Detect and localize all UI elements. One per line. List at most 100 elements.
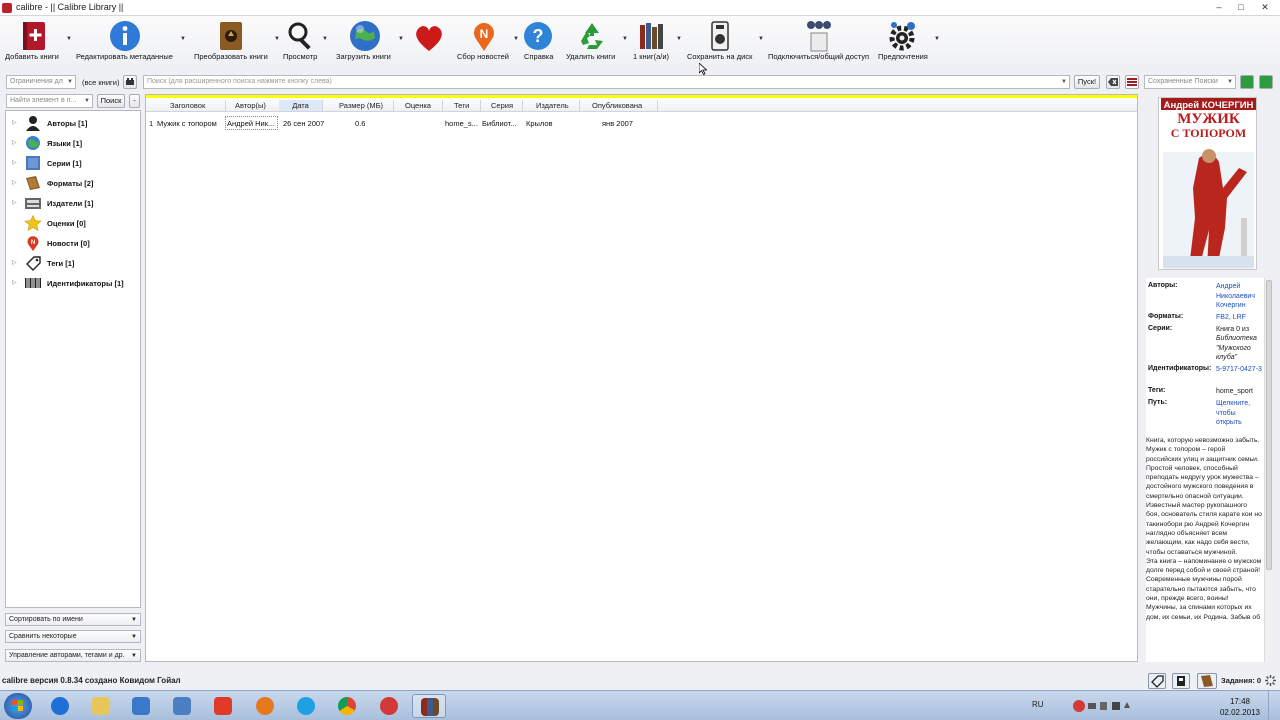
- book-tags-cell[interactable]: home_s...: [445, 119, 479, 128]
- add-books-button[interactable]: Добавить книги ▼: [0, 16, 72, 66]
- formats-value[interactable]: FB2, LRF: [1216, 313, 1262, 323]
- remove-books-button[interactable]: Удалить книги ▼: [563, 16, 629, 66]
- dropdown-arrow-icon[interactable]: ▼: [66, 36, 72, 42]
- taskbar-explorer[interactable]: [84, 694, 118, 718]
- sort-by-combo[interactable]: Сортировать по имени ▼: [5, 613, 141, 626]
- edit-metadata-button[interactable]: Редактировать метаданные ▼: [73, 16, 186, 66]
- tag-category-news[interactable]: N Новости [0]: [6, 233, 140, 253]
- taskbar-calibre[interactable]: [412, 694, 446, 718]
- maximize-button[interactable]: □: [1230, 0, 1252, 14]
- dropdown-arrow-icon[interactable]: ▼: [758, 36, 764, 42]
- dropdown-arrow-icon[interactable]: ▼: [934, 36, 940, 42]
- column-separator[interactable]: [522, 100, 523, 111]
- column-header-rating[interactable]: Оценка: [405, 101, 431, 110]
- language-indicator[interactable]: RU: [1032, 700, 1044, 709]
- system-tray[interactable]: [1072, 699, 1132, 713]
- jobs-counter[interactable]: Задания: 0: [1221, 676, 1261, 685]
- taskbar-mail[interactable]: [165, 694, 199, 718]
- dropdown-arrow-icon[interactable]: ▼: [622, 36, 628, 42]
- connect-share-button[interactable]: Подключиться/общий доступ: [766, 16, 874, 66]
- expand-arrow-icon[interactable]: ▷: [12, 139, 17, 146]
- advanced-search-button[interactable]: [123, 75, 137, 89]
- layout-toggle-book-details[interactable]: [1197, 673, 1217, 689]
- book-title-cell[interactable]: Мужик с топором: [157, 119, 223, 128]
- taskbar-yandex[interactable]: [206, 694, 240, 718]
- column-header-size[interactable]: Размер (МБ): [339, 101, 383, 110]
- column-separator[interactable]: [480, 100, 481, 111]
- search-input[interactable]: Поиск (для расширенного поиска нажмите к…: [143, 75, 1070, 89]
- column-separator[interactable]: [322, 100, 323, 111]
- manage-combo[interactable]: Управление авторами, тегами и др. ▼: [5, 649, 141, 662]
- view-button[interactable]: Просмотр ▼: [282, 16, 328, 66]
- scrollbar-thumb[interactable]: [1266, 280, 1272, 570]
- dropdown-arrow-icon[interactable]: ▼: [180, 36, 186, 42]
- column-separator[interactable]: [442, 100, 443, 111]
- convert-books-button[interactable]: Преобразовать книги ▼: [190, 16, 280, 66]
- expand-arrow-icon[interactable]: ▷: [12, 199, 17, 206]
- layout-toggle-tagbrowser[interactable]: [1148, 673, 1166, 689]
- help-button[interactable]: ? Справка: [521, 16, 557, 66]
- match-combo[interactable]: Сравнить некоторые ▼: [5, 630, 141, 643]
- taskbar-firefox[interactable]: [248, 694, 282, 718]
- book-date-cell[interactable]: 26 сен 2007: [283, 119, 324, 128]
- book-cover[interactable]: Андрей КОЧЕРГИН МУЖИК С ТОПОРОМ: [1158, 97, 1257, 270]
- saved-searches-combo[interactable]: Сохраненные Поиски ▼: [1144, 75, 1236, 89]
- identifiers-value[interactable]: 5-9717-0427-3: [1216, 365, 1262, 375]
- expand-arrow-icon[interactable]: ▷: [12, 179, 17, 186]
- collapse-all-button[interactable]: -: [129, 94, 140, 108]
- column-header-title[interactable]: Заголовок: [170, 101, 205, 110]
- details-scrollbar[interactable]: [1264, 278, 1273, 662]
- book-author-cell[interactable]: Андрей Ник...: [225, 116, 278, 130]
- dropdown-arrow-icon[interactable]: ▼: [322, 36, 328, 42]
- close-button[interactable]: ✕: [1254, 0, 1276, 14]
- search-go-button[interactable]: Пуск!: [1074, 75, 1100, 89]
- column-header-tags[interactable]: Теги: [454, 101, 469, 110]
- tag-category-authors[interactable]: ▷ Авторы [1]: [6, 113, 140, 133]
- dropdown-arrow-icon[interactable]: ▼: [676, 36, 682, 42]
- column-separator[interactable]: [225, 100, 226, 111]
- copy-search-button[interactable]: [1259, 75, 1273, 89]
- donate-button[interactable]: [410, 16, 450, 66]
- library-button[interactable]: 1 книг(а/и) ▼: [631, 16, 685, 66]
- dropdown-arrow-icon[interactable]: ▼: [513, 36, 519, 42]
- tag-category-languages[interactable]: ▷ Языки [1]: [6, 133, 140, 153]
- column-header-authors[interactable]: Автор(ы): [235, 101, 266, 110]
- taskbar-chrome[interactable]: [330, 694, 364, 718]
- dropdown-arrow-icon[interactable]: ▼: [398, 36, 404, 42]
- clear-search-button[interactable]: [1106, 75, 1120, 89]
- book-publisher-cell[interactable]: Крылов: [526, 119, 553, 128]
- taskbar-recorder[interactable]: [372, 694, 406, 718]
- column-separator[interactable]: [657, 100, 658, 111]
- search-highlight-toggle[interactable]: [1125, 75, 1139, 89]
- taskbar-skype[interactable]: [289, 694, 323, 718]
- column-header-series[interactable]: Серия: [491, 101, 513, 110]
- book-size-cell[interactable]: 0.6: [355, 119, 365, 128]
- clock[interactable]: 17:48 02.02.2013: [1218, 696, 1262, 718]
- preferences-button[interactable]: Предпочтения ▼: [876, 16, 942, 66]
- authors-value[interactable]: Андрей Николаевич Кочергин: [1216, 282, 1262, 311]
- column-header-published[interactable]: Опубликована: [592, 101, 642, 110]
- dropdown-arrow-icon[interactable]: ▼: [274, 36, 280, 42]
- taskbar-ie[interactable]: [43, 694, 77, 718]
- layout-toggle-cover-grid[interactable]: [1172, 673, 1190, 689]
- path-value[interactable]: Щелкните, чтобы открыть: [1216, 399, 1262, 428]
- column-header-date[interactable]: Дата: [279, 100, 322, 111]
- column-separator[interactable]: [393, 100, 394, 111]
- taskbar-media-player[interactable]: [124, 694, 158, 718]
- minimize-button[interactable]: –: [1208, 0, 1230, 14]
- tag-category-ratings[interactable]: Оценки [0]: [6, 213, 140, 233]
- save-to-disk-button[interactable]: Сохранить на диск ▼: [685, 16, 765, 66]
- tag-category-tags[interactable]: ▷ Теги [1]: [6, 253, 140, 273]
- column-header-publisher[interactable]: Издатель: [536, 101, 569, 110]
- book-series-cell[interactable]: Библиот...: [482, 119, 522, 128]
- expand-arrow-icon[interactable]: ▷: [12, 159, 17, 166]
- book-published-cell[interactable]: янв 2007: [602, 119, 633, 128]
- get-books-button[interactable]: Загрузить книги ▼: [334, 16, 406, 66]
- tag-find-input[interactable]: Найти элемент в п... ▼: [6, 94, 93, 108]
- start-button[interactable]: [4, 693, 32, 719]
- tag-find-button[interactable]: Поиск: [97, 94, 125, 108]
- expand-arrow-icon[interactable]: ▷: [12, 279, 17, 286]
- fetch-news-button[interactable]: N Сбор новостей ▼: [455, 16, 521, 66]
- tag-category-identifiers[interactable]: ▷ Идентификаторы [1]: [6, 273, 140, 293]
- save-search-button[interactable]: [1240, 75, 1254, 89]
